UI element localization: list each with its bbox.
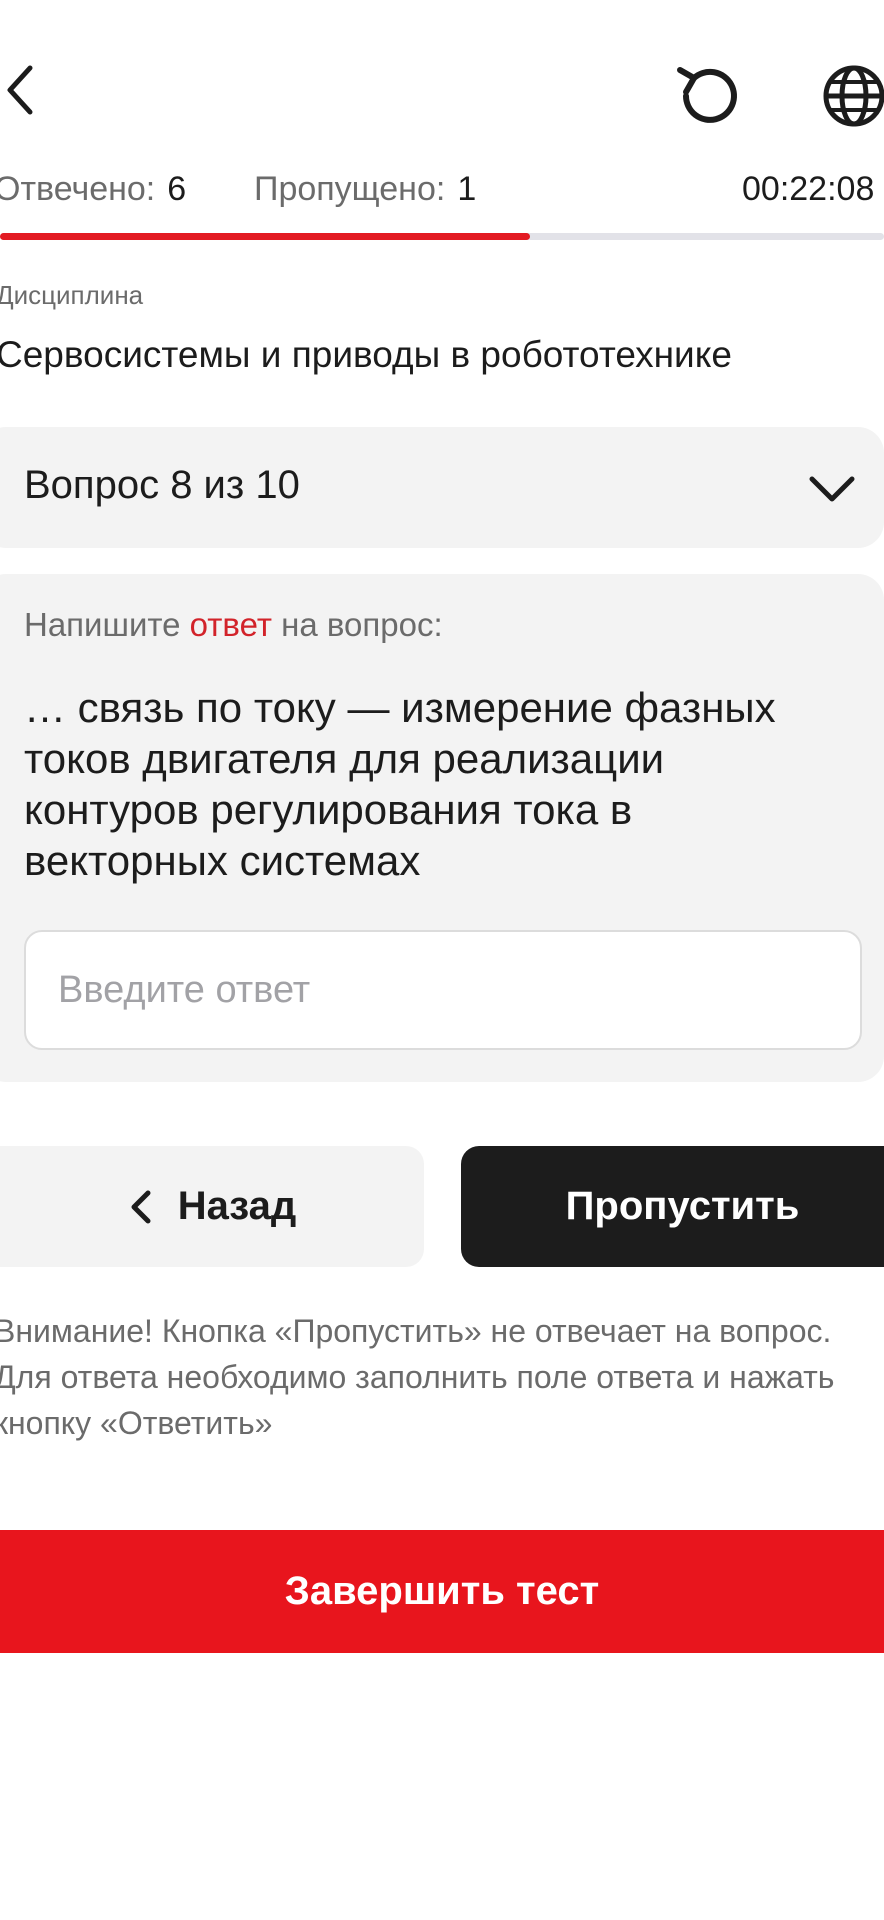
- finish-test-label: Завершить тест: [284, 1569, 600, 1613]
- finish-test-button[interactable]: Завершить тест: [0, 1530, 884, 1653]
- question-text: … связь по току — измерение фазных токов…: [24, 684, 776, 884]
- progress-fill: [0, 233, 531, 240]
- skipped-value: 1: [457, 170, 477, 208]
- chevron-left-icon: [131, 1190, 151, 1223]
- skipped-label: Пропущено:: [254, 170, 446, 208]
- question-selector-label: Вопрос 8 из 10: [24, 463, 300, 507]
- discipline-value: Сервосистемы и приводы в робототехнике: [0, 334, 732, 375]
- answered-stat: Отвечено: 6: [0, 170, 186, 209]
- stats-row: Отвечено: 6 Пропущено: 1 00:22:08: [0, 170, 884, 220]
- skip-label: Пропустить: [565, 1184, 800, 1228]
- language-button[interactable]: [818, 60, 884, 132]
- back-nav-label: Назад: [177, 1184, 297, 1228]
- reload-icon: [677, 67, 737, 123]
- question-selector[interactable]: Вопрос 8 из 10: [0, 427, 884, 548]
- globe-icon: [823, 65, 884, 127]
- discipline-label: Дисциплина: [0, 280, 144, 310]
- timer: 00:22:08: [742, 170, 875, 208]
- progress-bar: [0, 233, 884, 240]
- answer-input[interactable]: [24, 930, 862, 1050]
- back-button[interactable]: [0, 60, 60, 120]
- chevron-down-icon: [809, 476, 855, 502]
- question-prompt-after: на вопрос:: [271, 606, 443, 643]
- skipped-stat: Пропущено: 1: [254, 170, 476, 209]
- question-card: Напишите ответ на вопрос: … связь по ток…: [0, 574, 884, 1082]
- question-prompt-highlight: ответ: [189, 606, 272, 643]
- answered-label: Отвечено:: [0, 170, 156, 208]
- question-prompt: Напишите ответ на вопрос:: [24, 606, 443, 644]
- skip-notice: Внимание! Кнопка «Пропустить» не отвечае…: [0, 1313, 835, 1441]
- question-prompt-before: Напишите: [24, 606, 190, 643]
- reload-button[interactable]: [672, 60, 744, 132]
- back-nav-button[interactable]: Назад: [0, 1146, 424, 1267]
- chevron-left-icon: [7, 65, 33, 115]
- answered-value: 6: [167, 170, 187, 208]
- skip-button[interactable]: Пропустить: [461, 1146, 884, 1267]
